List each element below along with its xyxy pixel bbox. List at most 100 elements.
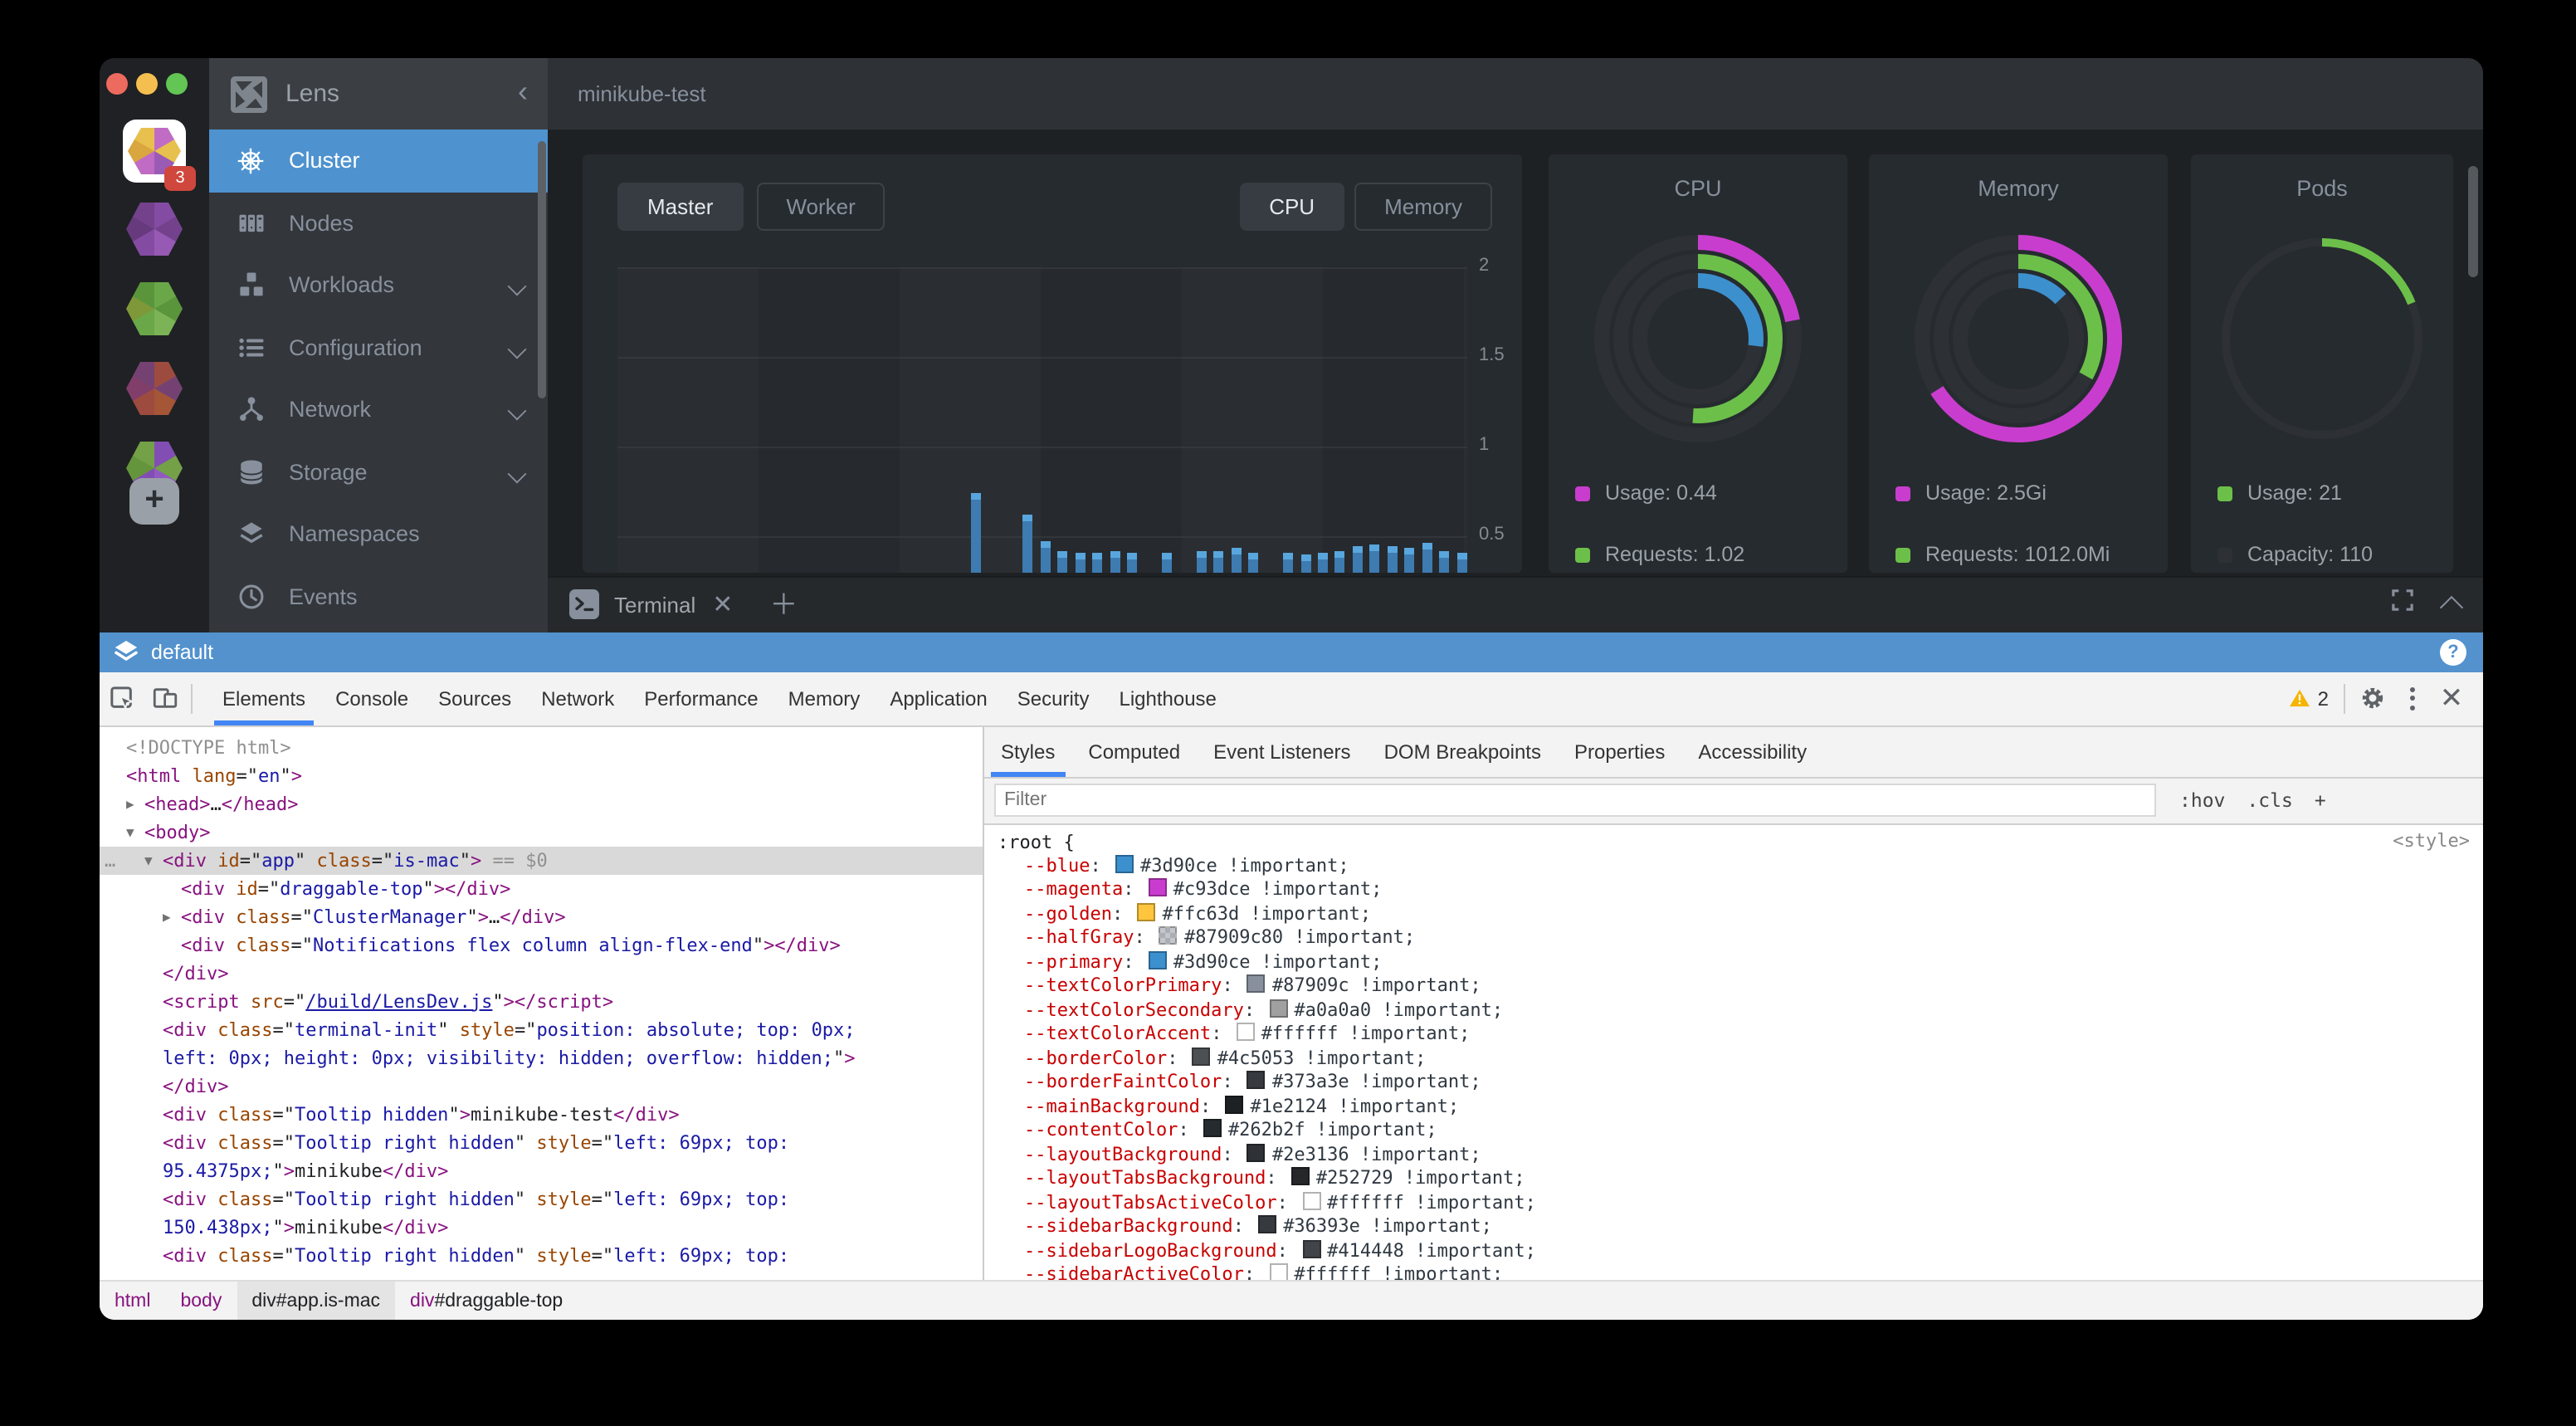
- sidebar-item-events[interactable]: Events: [209, 565, 548, 628]
- devtools-close-icon[interactable]: ✕: [2430, 681, 2473, 715]
- css-property[interactable]: --textColorAccent: #ffffff !important;: [998, 1023, 2483, 1047]
- device-toolbar-icon[interactable]: [143, 676, 186, 720]
- cluster-red-icon[interactable]: [126, 362, 183, 415]
- color-swatch[interactable]: [1149, 878, 1167, 896]
- close-window-button[interactable]: [106, 73, 128, 95]
- collapse-sidebar-icon[interactable]: ‹: [518, 73, 528, 110]
- devtools-tab-performance[interactable]: Performance: [629, 671, 773, 725]
- css-property[interactable]: --textColorPrimary: #87909c !important;: [998, 974, 2483, 999]
- metric-cpu-button[interactable]: CPU: [1239, 183, 1344, 231]
- css-property[interactable]: --sidebarLogoBackground: #414448 !import…: [998, 1239, 2483, 1263]
- color-swatch[interactable]: [1149, 950, 1167, 969]
- breadcrumb-item[interactable]: html: [100, 1281, 165, 1320]
- devtools-tab-console[interactable]: Console: [320, 671, 423, 725]
- help-icon[interactable]: ?: [2440, 638, 2466, 665]
- style-source-link[interactable]: <style>: [2393, 829, 2470, 851]
- dom-tree-node[interactable]: <div class="Tooltip right hidden" style=…: [100, 1128, 983, 1184]
- color-swatch[interactable]: [1203, 1119, 1222, 1137]
- terminal-close-icon[interactable]: ✕: [712, 592, 733, 617]
- css-property[interactable]: --layoutTabsActiveColor: #ffffff !import…: [998, 1191, 2483, 1215]
- dom-tree-node[interactable]: <html lang="en">: [100, 761, 983, 789]
- collapse-arrow-icon[interactable]: ▼: [126, 818, 134, 846]
- terminal-tab[interactable]: Terminal: [614, 592, 695, 617]
- color-swatch[interactable]: [1302, 1191, 1320, 1209]
- css-property[interactable]: --layoutBackground: #2e3136 !important;: [998, 1143, 2483, 1167]
- sidebar-item-cluster[interactable]: Cluster: [209, 129, 548, 192]
- devtools-tab-application[interactable]: Application: [875, 671, 1002, 725]
- devtools-tab-security[interactable]: Security: [1003, 671, 1105, 725]
- styles-tab-event-listeners[interactable]: Event Listeners: [1197, 726, 1367, 776]
- node-worker-button[interactable]: Worker: [756, 183, 885, 231]
- color-swatch[interactable]: [1237, 1023, 1255, 1041]
- devtools-tab-lighthouse[interactable]: Lighthouse: [1104, 671, 1231, 725]
- css-property[interactable]: --contentColor: #262b2f !important;: [998, 1119, 2483, 1143]
- settings-gear-icon[interactable]: [2350, 676, 2393, 720]
- expand-arrow-icon[interactable]: ▶: [126, 789, 134, 818]
- css-property[interactable]: --primary: #3d90ce !important;: [998, 950, 2483, 974]
- css-property[interactable]: --magenta: #c93dce !important;: [998, 878, 2483, 902]
- styles-tab-properties[interactable]: Properties: [1558, 726, 1681, 776]
- color-swatch[interactable]: [1247, 974, 1266, 993]
- sidebar-item-configuration[interactable]: Configuration: [209, 316, 548, 378]
- breadcrumb-item[interactable]: div#app.is-mac: [237, 1281, 395, 1320]
- color-swatch[interactable]: [1269, 999, 1287, 1017]
- css-selector[interactable]: :root {: [998, 829, 2483, 854]
- color-swatch[interactable]: [1225, 1095, 1243, 1113]
- styles-tab-accessibility[interactable]: Accessibility: [1681, 726, 1823, 776]
- color-swatch[interactable]: [1291, 1167, 1310, 1185]
- css-property[interactable]: --golden: #ffc63d !important;: [998, 902, 2483, 926]
- styles-tab-dom-breakpoints[interactable]: DOM Breakpoints: [1368, 726, 1558, 776]
- color-swatch[interactable]: [1302, 1239, 1320, 1258]
- css-property[interactable]: --sidebarBackground: #36393e !important;: [998, 1215, 2483, 1239]
- pseudo-toggle[interactable]: :hov: [2179, 789, 2225, 812]
- cluster-purple-icon[interactable]: [126, 203, 183, 256]
- cluster-green-icon[interactable]: [126, 282, 183, 335]
- color-swatch[interactable]: [1258, 1215, 1276, 1233]
- breadcrumb-item[interactable]: div#draggable-top: [395, 1281, 578, 1320]
- chevron-up-icon[interactable]: [2440, 596, 2463, 619]
- styles-filter-input[interactable]: [994, 784, 2156, 817]
- sidebar-scrollbar[interactable]: [538, 141, 546, 398]
- dom-tree-node[interactable]: <div class="Notifications flex column al…: [100, 930, 983, 959]
- css-property[interactable]: --blue: #3d90ce !important;: [998, 854, 2483, 878]
- css-property[interactable]: --borderColor: #4c5053 !important;: [998, 1047, 2483, 1071]
- css-property[interactable]: --borderFaintColor: #373a3e !important;: [998, 1071, 2483, 1095]
- css-property[interactable]: --mainBackground: #1e2124 !important;: [998, 1095, 2483, 1119]
- color-swatch[interactable]: [1159, 926, 1178, 945]
- devtools-tab-memory[interactable]: Memory: [773, 671, 876, 725]
- devtools-tab-sources[interactable]: Sources: [423, 671, 526, 725]
- devtools-tab-network[interactable]: Network: [526, 671, 629, 725]
- color-swatch[interactable]: [1193, 1047, 1211, 1065]
- sidebar-item-nodes[interactable]: Nodes: [209, 192, 548, 254]
- css-property[interactable]: --halfGray: #87909c80 !important;: [998, 926, 2483, 950]
- styles-tab-styles[interactable]: Styles: [984, 726, 1071, 776]
- dom-tree-node[interactable]: <script src="/build/LensDev.js"></script…: [100, 987, 983, 1015]
- content-scrollbar[interactable]: [2468, 166, 2478, 277]
- warnings-indicator[interactable]: 2: [2280, 686, 2339, 710]
- dom-tree-node[interactable]: ▼<body>: [100, 818, 983, 846]
- sidebar-item-workloads[interactable]: Workloads: [209, 254, 548, 316]
- pseudo-toggle[interactable]: +: [2315, 789, 2326, 812]
- expand-arrow-icon[interactable]: ▶: [163, 902, 171, 930]
- color-swatch[interactable]: [1269, 1263, 1287, 1279]
- color-swatch[interactable]: [1115, 854, 1134, 872]
- collapse-arrow-icon[interactable]: ▼: [144, 846, 153, 874]
- inspect-element-icon[interactable]: [100, 676, 143, 720]
- sidebar-item-storage[interactable]: Storage: [209, 441, 548, 503]
- more-options-icon[interactable]: [2393, 686, 2430, 710]
- color-swatch[interactable]: [1247, 1143, 1266, 1161]
- css-property[interactable]: --layoutTabsBackground: #252729 !importa…: [998, 1167, 2483, 1191]
- dom-tree-node[interactable]: <!DOCTYPE html>: [100, 733, 983, 761]
- css-property[interactable]: --textColorSecondary: #a0a0a0 !important…: [998, 999, 2483, 1023]
- pseudo-toggle[interactable]: .cls: [2247, 789, 2292, 812]
- color-swatch[interactable]: [1247, 1071, 1266, 1089]
- css-property[interactable]: --sidebarActiveColor: #ffffff !important…: [998, 1263, 2483, 1279]
- color-swatch[interactable]: [1137, 902, 1155, 921]
- dom-tree-node[interactable]: ▶<div class="ClusterManager">…</div>: [100, 902, 983, 930]
- dom-tree-node[interactable]: </div>: [100, 959, 983, 987]
- dom-tree-node[interactable]: <div class="Tooltip hidden">minikube-tes…: [100, 1100, 983, 1128]
- styles-tab-computed[interactable]: Computed: [1071, 726, 1197, 776]
- dom-tree-node[interactable]: <div class="Tooltip right hidden" style=…: [100, 1241, 983, 1269]
- dom-tree-node[interactable]: <div id="draggable-top"></div>: [100, 874, 983, 902]
- dom-tree-node[interactable]: <div class="Tooltip right hidden" style=…: [100, 1184, 983, 1241]
